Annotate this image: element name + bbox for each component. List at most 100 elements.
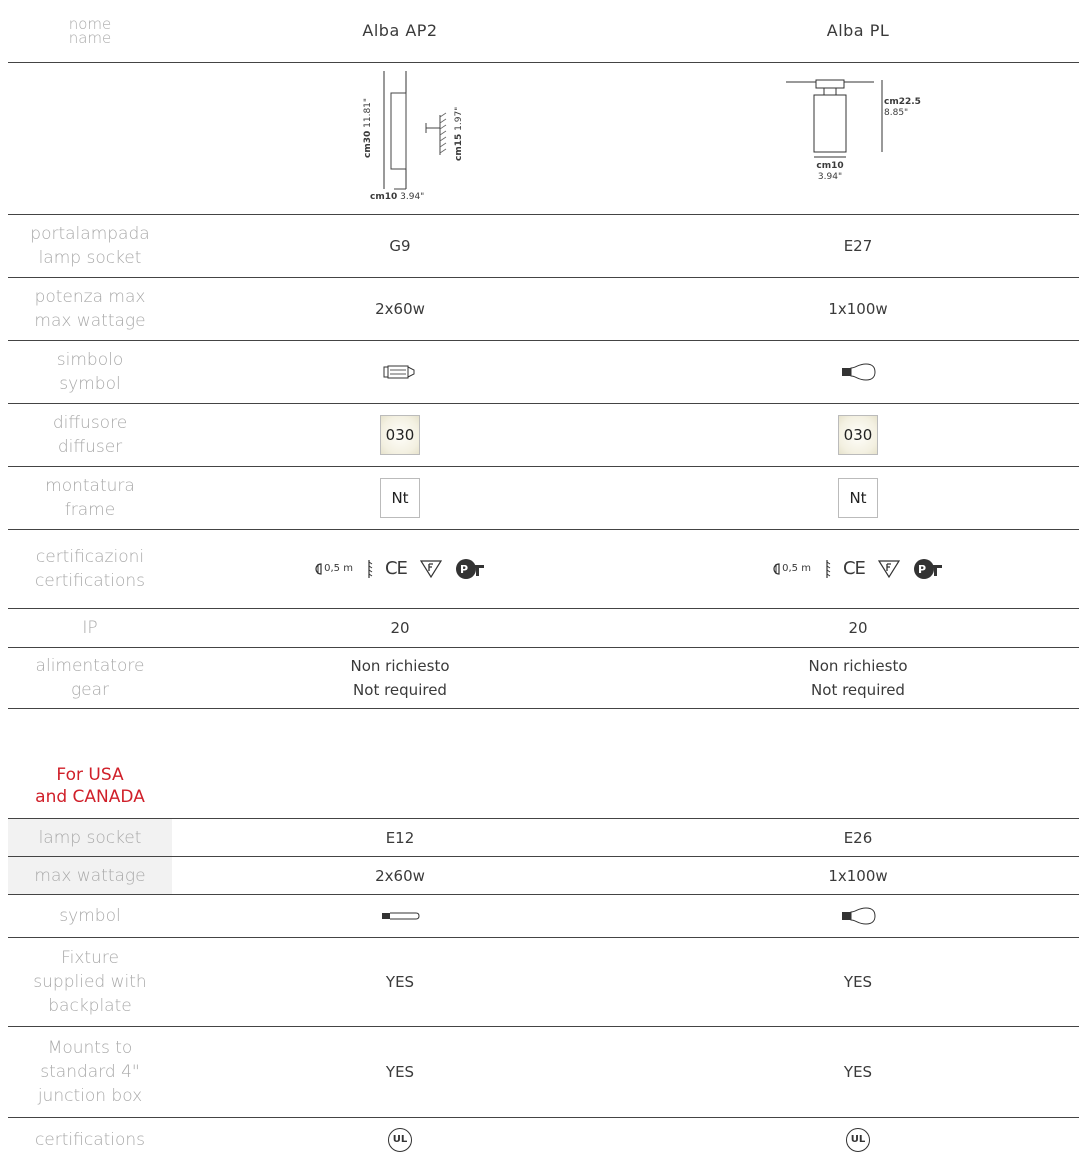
halogen-capsule-icon [383,365,415,379]
row-label: lamp socket [8,819,172,856]
usa-cert-2: UL [778,1118,938,1161]
ceiling-lamp-drawing [786,79,883,158]
row-label: Fixture supplied with backplate [8,938,172,1026]
ul-text: UL [850,1133,866,1145]
dim-width: cm10 [816,161,844,171]
dim-width-in: 3.94" [817,172,843,182]
ce-mark-icon: CE [384,558,408,579]
wattage-value-1: 2x60w [320,278,480,340]
row-label: Mounts to standard 4" junction box [8,1027,172,1117]
value: YES [843,1063,873,1081]
value: 1x100w [828,866,888,885]
value: YES [385,1063,415,1081]
label-line-2: standard 4" [40,1062,140,1082]
ul-text: UL [392,1133,408,1145]
label: IP [82,618,98,638]
product2-name-cell: Alba PL [778,0,938,62]
row-ip: IP 20 20 [8,609,1079,648]
label: max wattage [34,865,146,886]
row-label: max wattage [8,857,172,894]
label-line-1: Fixture [61,948,119,968]
row-label: certifications [8,1118,172,1161]
dim-height-in: 11.81" [363,97,373,128]
value: 20 [390,619,410,637]
row-label: symbol [8,895,172,937]
product2-drawing: cm22.5 8.85" cm10 3.94" [778,63,938,215]
usa-cert-1: UL [320,1118,480,1161]
label-line-3: backplate [48,996,132,1016]
distance-icon: 0,5 m [315,557,353,581]
row-label: alimentatore gear [8,648,172,708]
distance-text: 0,5 m [782,563,811,574]
usa-symbol-2 [778,895,938,937]
ip-value-2: 20 [778,609,938,647]
dim-width-label: cm10 3.94" [370,192,424,202]
distance-text: 0,5 m [324,563,353,574]
diffuser-swatch: 030 [380,415,420,455]
label-line-2: supplied with [33,972,147,992]
svg-text:P: P [460,563,468,576]
usa-row-max-wattage: max wattage 2x60w 1x100w [8,857,1079,895]
f-mark-icon [419,560,442,579]
gost-pct-icon: P [913,559,942,579]
value: YES [843,973,873,991]
value: 2x60w [375,866,425,885]
product1-drawing: cm30 11.81" cm15 1.97" cm10 3.94" [348,63,468,215]
frame-swatch: Nt [838,478,878,518]
cert-cell-1: 0,5 m CE P [280,530,520,608]
usa-junction-2: YES [778,1027,938,1117]
usa-junction-1: YES [320,1027,480,1117]
label: symbol [59,906,121,926]
value-it: Non richiesto [808,657,908,675]
label-it: alimentatore [35,656,145,676]
row-drawings: cm30 11.81" cm15 1.97" cm10 3.94" cm22.5… [8,63,1079,215]
value: E26 [843,828,873,847]
title-line-2: and CANADA [35,787,145,807]
bulb-icon [842,907,876,925]
frame-swatch: Nt [380,478,420,518]
dim-proj: cm15 [454,133,464,161]
row-label: diffusore diffuser [8,404,172,466]
label-en: lamp socket [38,248,142,268]
usa-backplate-1: YES [320,938,480,1026]
label-it: portalampada [30,224,150,244]
usa-row-backplate: Fixture supplied with backplate YES YES [8,938,1079,1027]
dim-width-in: 3.94" [400,192,425,202]
row-symbol: simbolo symbol [8,341,1079,404]
usa-symbol-1 [320,895,480,937]
label-line-1: Mounts to [47,1038,133,1058]
f-mark-icon [877,560,900,579]
row-label: IP [8,609,172,647]
spec-sheet: nome name Alba AP2 Alba PL cm30 11.81" c… [0,0,1079,1161]
row-frame: montatura frame Nt Nt [8,467,1079,530]
gear-value-2: Non richiesto Not required [778,648,938,708]
usa-wattage-1: 2x60w [320,857,480,894]
cert-icons: 0,5 m CE P [315,557,485,581]
frame-cell-1: Nt [320,467,480,529]
dim-width-label: cm10 3.94" [814,161,846,183]
cert-icons: 0,5 m CE P [773,557,943,581]
usa-wattage-2: 1x100w [778,857,938,894]
distance-icon: 0,5 m [773,557,811,581]
dim-height: cm30 [363,130,373,158]
value: G9 [389,237,411,255]
label-en: symbol [59,374,121,394]
ip-value-1: 20 [320,609,480,647]
wattage-value-2: 1x100w [778,278,938,340]
socket-value-1: G9 [320,215,480,277]
usa-socket-1: E12 [320,819,480,856]
row-diffuser: diffusore diffuser 030 030 [8,404,1079,467]
diffuser-cell-2: 030 [778,404,938,466]
row-gear: alimentatore gear Non richiesto Not requ… [8,648,1079,709]
row-label: nome name [8,0,172,62]
ul-mark-icon: UL [846,1127,870,1152]
row-max-wattage: potenza max max wattage 2x60w 1x100w [8,278,1079,341]
flammable-surface-icon [826,560,831,578]
value: 20 [848,619,868,637]
product2-name: Alba PL [826,21,890,40]
usa-row-certifications: certifications UL UL [8,1118,1079,1161]
ul-mark-icon: UL [388,1127,412,1152]
gear-value-1: Non richiesto Not required [320,648,480,708]
value: YES [385,973,415,991]
candelabra-bulb-icon [382,912,420,920]
